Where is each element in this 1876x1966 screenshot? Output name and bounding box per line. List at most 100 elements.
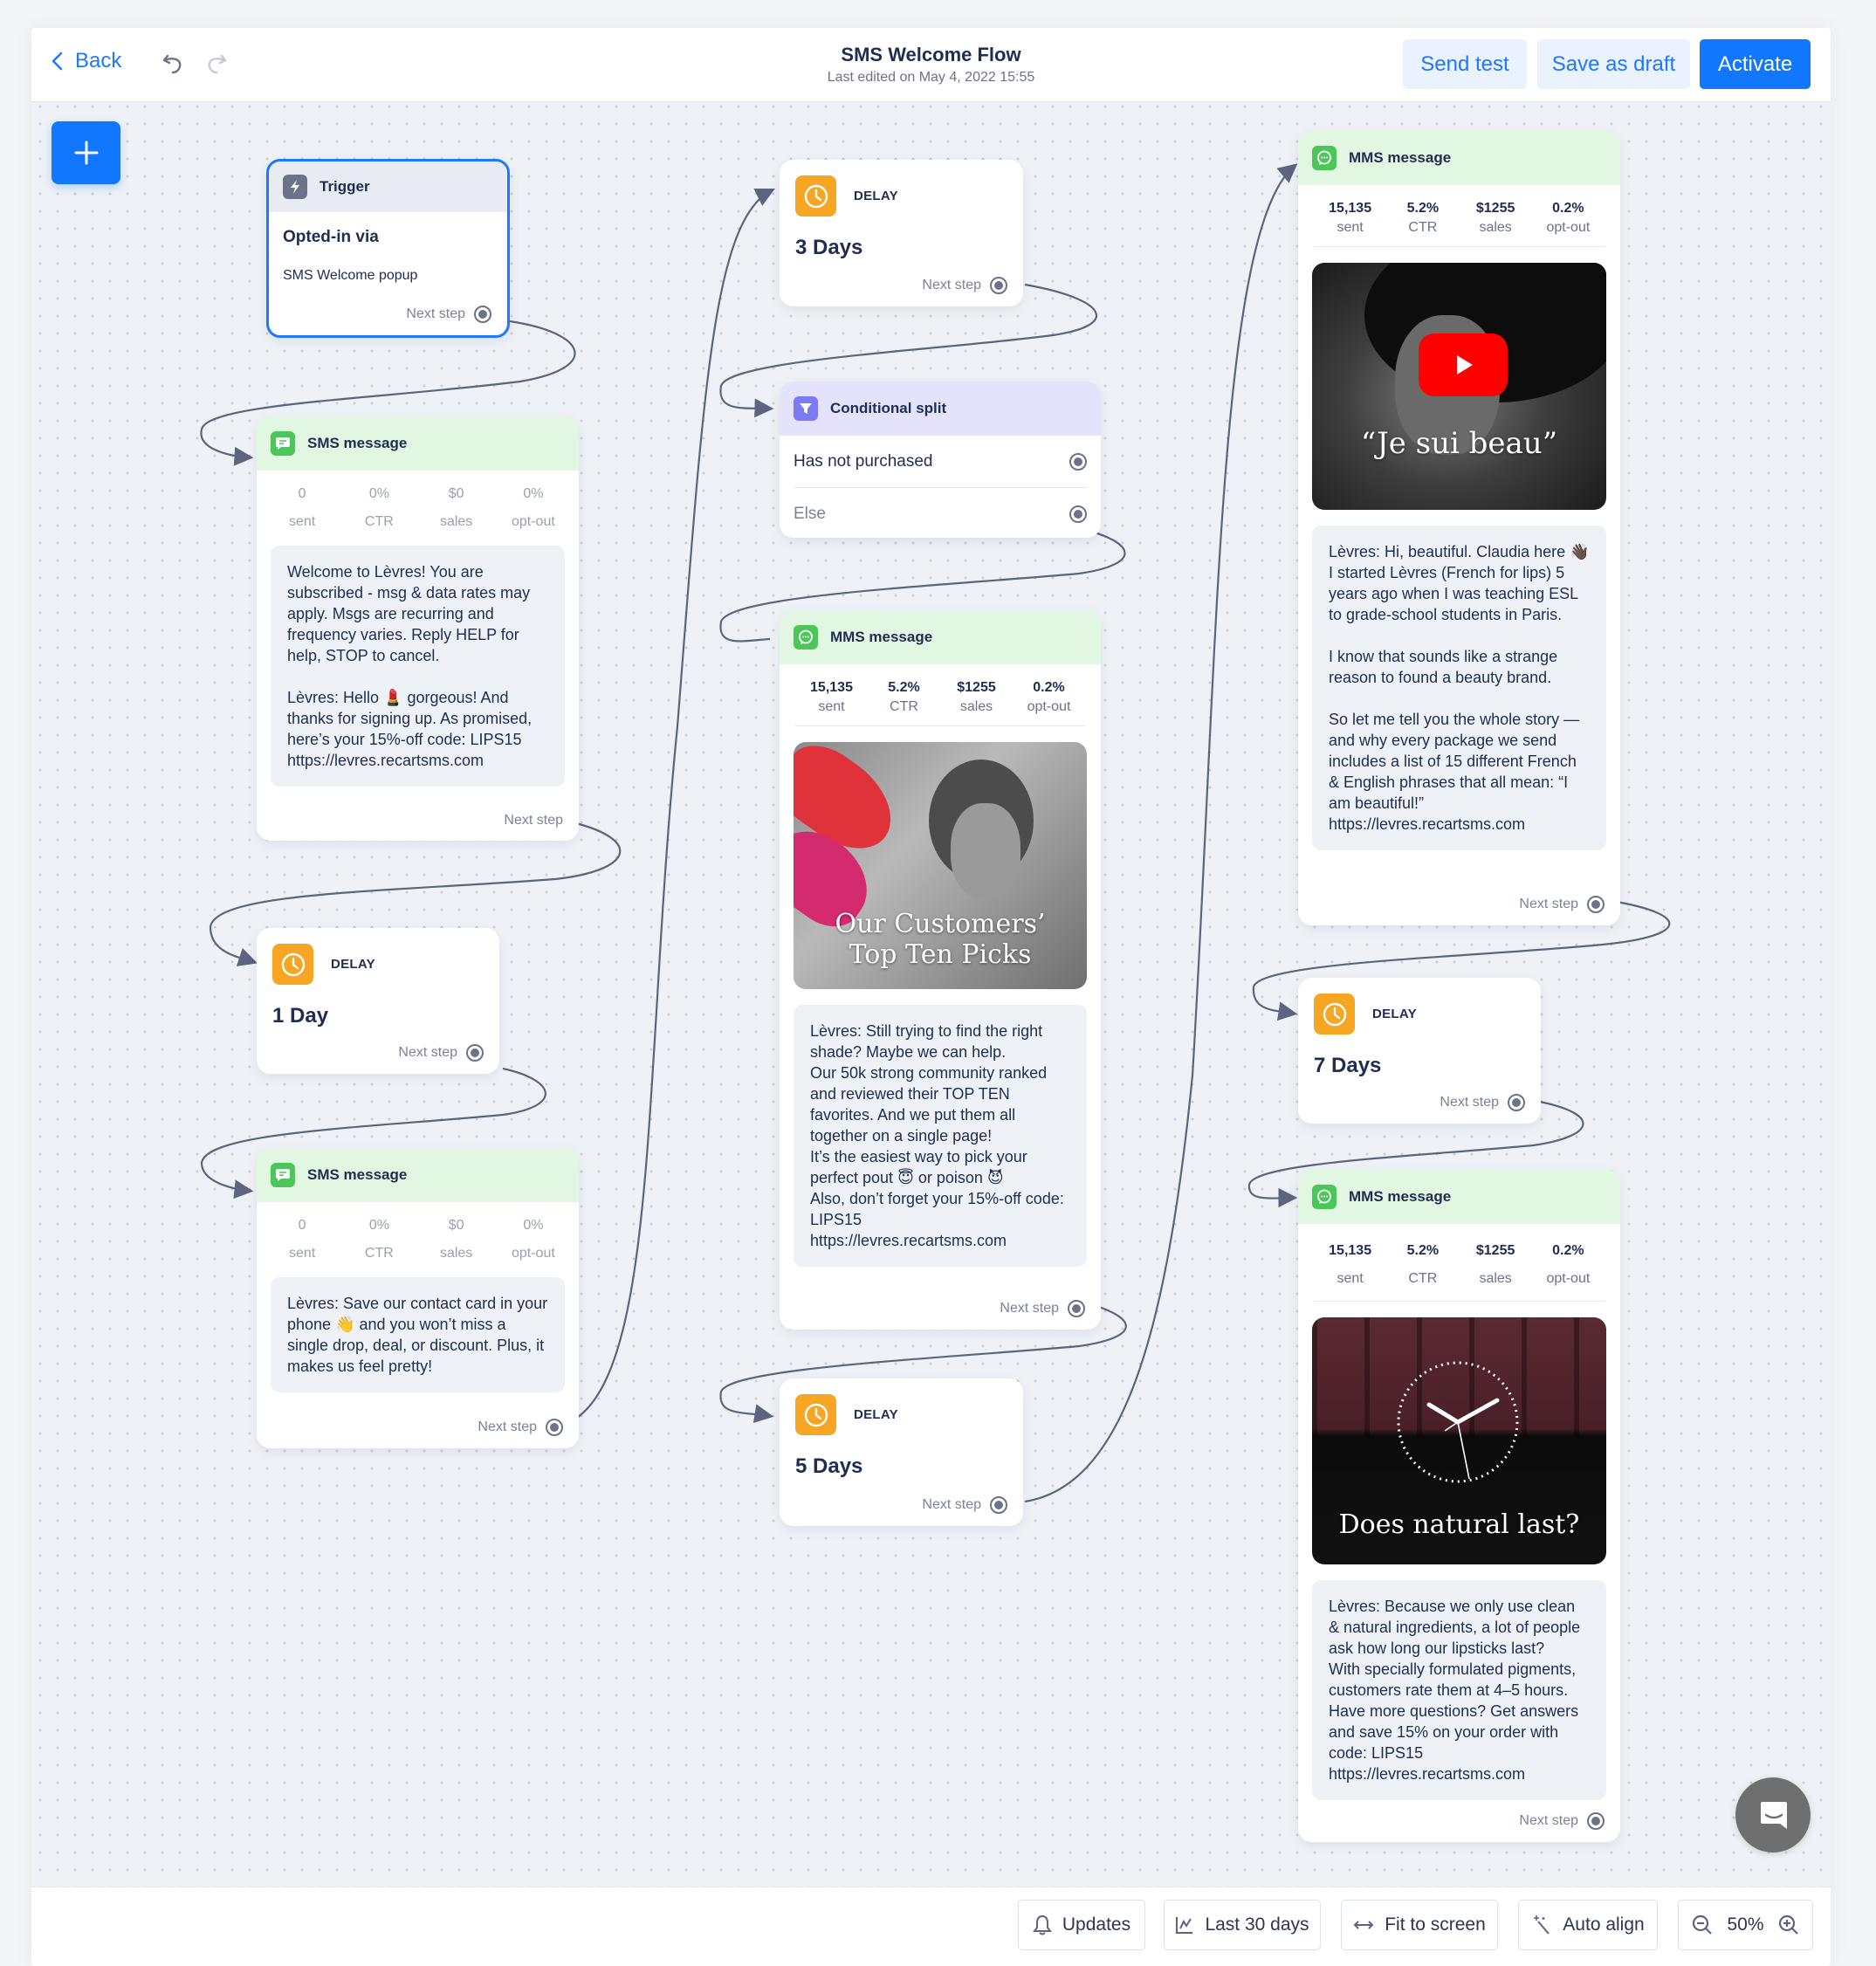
next-step-handle[interactable]: Next step	[1440, 1094, 1525, 1111]
date-range-button[interactable]: Last 30 days	[1164, 1900, 1321, 1950]
mms-message-card[interactable]: MMS message 15,135 sent 5.2% CTR $1255 sale…	[1298, 1170, 1620, 1842]
sms-icon	[271, 431, 295, 456]
mms-stats: 15,135 sent 5.2% CTR $1255 sales 0.2% opt-ou…	[1314, 1224, 1605, 1302]
next-step-handle[interactable]: Next step	[504, 813, 563, 828]
trigger-title: Opted-in via	[283, 228, 379, 246]
delay-card[interactable]: DELAY 5 Days Next step	[780, 1378, 1023, 1526]
fit-to-screen-button[interactable]: Fit to screen	[1341, 1900, 1498, 1950]
connector-dot-icon[interactable]	[1587, 896, 1605, 913]
mms-icon	[1312, 146, 1337, 170]
message-body: Lèvres: Save our contact card in your ph…	[271, 1277, 565, 1392]
delay-card[interactable]: DELAY 3 Days Next step	[780, 160, 1023, 306]
delay-duration: 1 Day	[272, 1004, 329, 1028]
split-header: Conditional split	[780, 382, 1101, 436]
lightning-icon	[283, 175, 307, 199]
split-branch-else[interactable]: Else	[780, 488, 1101, 538]
bell-icon	[1032, 1914, 1052, 1935]
clock-icon	[795, 175, 836, 217]
mms-stats: 15,135 sent 5.2% CTR $1255 sales 0.2% opt-ou…	[1314, 185, 1605, 247]
auto-align-button[interactable]: Auto align	[1518, 1900, 1658, 1950]
back-button[interactable]: Back	[51, 49, 121, 73]
top-header: Back SMS Welcome Flow Last edited on May…	[31, 28, 1831, 102]
message-body: Lèvres: Still trying to find the right s…	[794, 1005, 1087, 1267]
next-step-handle[interactable]: Next step	[922, 277, 1007, 294]
connector-dot-icon[interactable]	[466, 1044, 484, 1062]
connector-dot-icon[interactable]	[1068, 1300, 1085, 1317]
sms-header: SMS message	[257, 1148, 579, 1202]
connector-dot-icon[interactable]	[1508, 1094, 1525, 1111]
sms-message-card[interactable]: SMS message 0 sent 0% CTR $0 sales 0% opt-ou…	[257, 416, 579, 841]
delay-duration: 7 Days	[1314, 1054, 1382, 1077]
trigger-header-label: Trigger	[320, 178, 370, 195]
delay-duration: 5 Days	[795, 1454, 863, 1478]
plus-icon	[74, 141, 98, 165]
undo-icon[interactable]	[161, 51, 187, 77]
image-caption: “Je sui beau”	[1360, 426, 1558, 461]
clock-icon	[1314, 993, 1355, 1035]
zoom-control: 50%	[1678, 1900, 1813, 1950]
connector-dot-icon[interactable]	[474, 306, 491, 323]
next-step-handle[interactable]: Next step	[398, 1044, 484, 1062]
image-caption: Our Customers’ Top Ten Picks	[835, 909, 1046, 970]
chevron-left-icon	[52, 52, 63, 71]
connector-dot-icon[interactable]	[990, 1496, 1007, 1514]
trigger-card[interactable]: Trigger Opted-in via SMS Welcome popup N…	[266, 159, 510, 338]
delay-card[interactable]: DELAY 7 Days Next step	[1298, 978, 1541, 1124]
delay-card[interactable]: DELAY 1 Day Next step	[257, 928, 499, 1074]
mms-header: MMS message	[1298, 131, 1620, 185]
sms-stats: 0 sent 0% CTR $0 sales 0% opt-out	[289, 486, 555, 529]
activate-button[interactable]: Activate	[1700, 39, 1811, 89]
redo-icon[interactable]	[203, 51, 229, 77]
updates-button[interactable]: Updates	[1018, 1900, 1145, 1950]
mms-icon	[794, 625, 818, 650]
connector-dot-icon[interactable]	[990, 277, 1007, 294]
mms-message-card[interactable]: MMS message 15,135 sent 5.2% CTR $1255 sale…	[780, 610, 1101, 1330]
conditional-split-card[interactable]: Conditional split Has not purchased Else	[780, 382, 1101, 538]
chart-icon	[1176, 1917, 1193, 1934]
connector-dot-icon[interactable]	[1069, 452, 1087, 471]
connector-sms2-delay3	[563, 189, 775, 1426]
clock-icon	[795, 1394, 836, 1435]
zoom-level: 50%	[1727, 1914, 1764, 1935]
back-label: Back	[75, 49, 122, 72]
sms-stats: 0 sent 0% CTR $0 sales 0% opt-out	[289, 1218, 555, 1261]
sms-message-card[interactable]: SMS message 0 sent 0% CTR $0 sales 0% opt-ou…	[257, 1148, 579, 1448]
message-body: Welcome to Lèvres! You are subscribed - …	[271, 546, 565, 787]
play-button-icon[interactable]	[1419, 333, 1508, 396]
mms-stats: 15,135 sent 5.2% CTR $1255 sales 0.2% opt-ou…	[795, 664, 1085, 726]
image-caption: Does natural last?	[1338, 1509, 1580, 1540]
save-draft-button[interactable]: Save as draft	[1537, 39, 1690, 89]
chat-support-button[interactable]	[1735, 1777, 1811, 1853]
zoom-out-icon[interactable]	[1692, 1914, 1713, 1935]
clock-icon	[272, 944, 313, 985]
mms-image: Does natural last?	[1312, 1317, 1606, 1564]
trigger-source: SMS Welcome popup	[283, 268, 418, 283]
next-step-handle[interactable]: Next step	[478, 1419, 563, 1436]
sms-icon	[271, 1163, 295, 1187]
mms-image: Our Customers’ Top Ten Picks	[794, 742, 1087, 989]
trigger-header: Trigger	[269, 162, 507, 212]
zoom-in-icon[interactable]	[1778, 1914, 1799, 1935]
clock-face-icon	[1397, 1361, 1519, 1483]
mms-header: MMS message	[780, 610, 1101, 664]
message-body: Lèvres: Hi, beautiful. Claudia here 👋🏿 I…	[1312, 526, 1606, 850]
connector-dot-icon[interactable]	[1587, 1812, 1605, 1830]
mms-message-card[interactable]: MMS message 15,135 sent 5.2% CTR $1255 sale…	[1298, 131, 1620, 925]
next-step-handle[interactable]: Next step	[1519, 896, 1605, 913]
send-test-button[interactable]: Send test	[1403, 39, 1527, 89]
arrows-horizontal-icon	[1353, 1921, 1374, 1929]
sms-header: SMS message	[257, 416, 579, 471]
connector-dot-icon[interactable]	[1069, 505, 1087, 523]
connector-dot-icon[interactable]	[546, 1419, 563, 1436]
mms-header: MMS message	[1298, 1170, 1620, 1224]
split-branch-has-not-purchased[interactable]: Has not purchased	[794, 436, 1087, 488]
bottom-toolbar: Updates Last 30 days Fit to screen Auto …	[31, 1887, 1831, 1966]
video-thumbnail[interactable]: “Je sui beau”	[1312, 263, 1606, 510]
next-step-handle[interactable]: Next step	[922, 1496, 1007, 1514]
add-step-button[interactable]	[52, 121, 120, 184]
chat-icon	[1761, 1802, 1787, 1829]
next-step-handle[interactable]: Next step	[406, 306, 491, 323]
magic-wand-icon	[1534, 1915, 1550, 1935]
next-step-handle[interactable]: Next step	[1000, 1300, 1085, 1317]
next-step-handle[interactable]: Next step	[1519, 1812, 1605, 1830]
